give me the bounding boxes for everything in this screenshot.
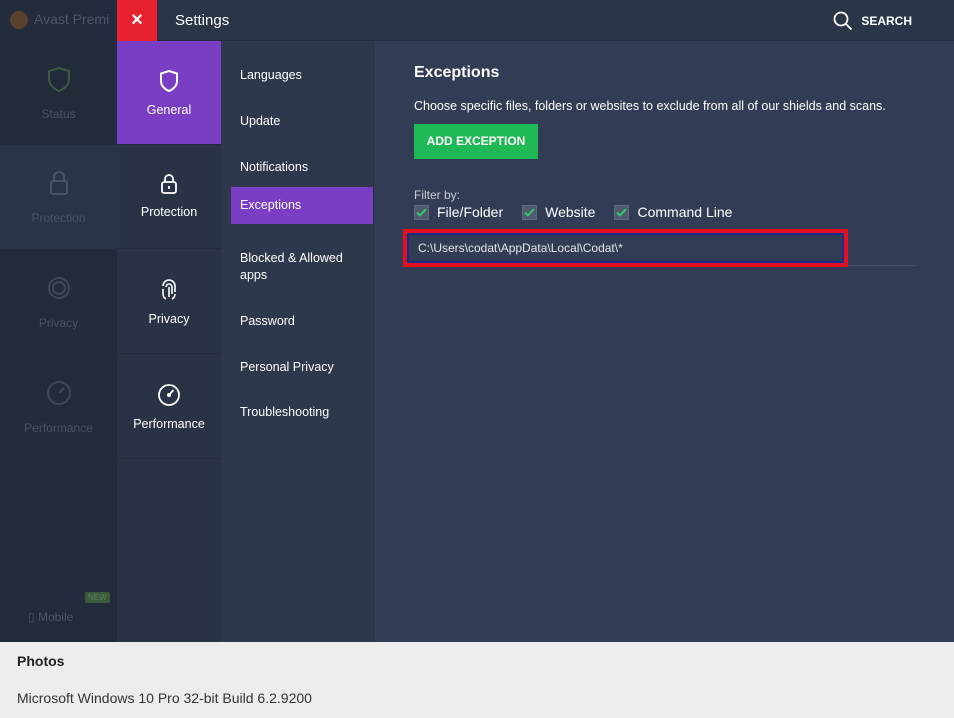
background-item-privacy: Privacy [0, 250, 117, 354]
gauge-icon [46, 381, 71, 405]
settings-submenu: Languages Update Notifications Exception… [221, 41, 374, 642]
settings-title: Settings [175, 12, 230, 29]
settings-titlebar: × Settings SEARCH [117, 0, 954, 41]
check-icon [416, 207, 427, 217]
background-item-performance: Performance [0, 355, 117, 459]
submenu-update[interactable]: Update [231, 105, 373, 138]
caption-footer: Photos Microsoft Windows 10 Pro 32-bit B… [0, 642, 954, 718]
search-icon [833, 11, 853, 31]
page-title: Exceptions [414, 64, 500, 81]
check-icon [616, 207, 628, 217]
filter-options: File/Folder Website Command Line [414, 204, 751, 220]
background-item-protection: Protection [0, 145, 117, 249]
phone-icon: ▯ [28, 610, 35, 624]
background-item-label: Performance [24, 421, 93, 435]
search-button[interactable]: SEARCH [833, 11, 912, 31]
filter-label-text: Website [545, 204, 596, 220]
gauge-icon [158, 384, 180, 406]
submenu-exceptions[interactable]: Exceptions [231, 187, 373, 224]
filter-file-folder[interactable]: File/Folder [414, 204, 503, 220]
shield-icon [160, 69, 178, 93]
submenu-personal-privacy[interactable]: Personal Privacy [231, 351, 373, 384]
category-label: Performance [133, 417, 205, 431]
checkbox[interactable] [414, 204, 429, 220]
avast-logo-icon [10, 11, 28, 30]
checkbox[interactable] [614, 204, 630, 220]
background-mobile-item: ▯ Mobile [28, 610, 74, 624]
submenu-languages[interactable]: Languages [231, 59, 373, 92]
shield-check-icon [47, 66, 70, 93]
exception-path: C:\Users\codat\AppData\Local\Codat\* [418, 241, 623, 255]
caption-title: Photos [17, 653, 65, 669]
checkbox[interactable] [522, 204, 538, 220]
exceptions-panel: Exceptions Choose specific files, folder… [374, 41, 954, 642]
background-item-label: Protection [31, 211, 86, 225]
background-app-title: Avast Premi [10, 11, 109, 30]
caption-subtitle: Microsoft Windows 10 Pro 32-bit Build 6.… [17, 690, 312, 706]
close-button[interactable]: × [117, 0, 157, 41]
submenu-password[interactable]: Password [231, 305, 373, 338]
category-general[interactable]: General [117, 41, 221, 145]
category-performance[interactable]: Performance [117, 355, 221, 459]
background-item-label: Privacy [38, 316, 79, 330]
filter-label-text: File/Folder [437, 204, 504, 220]
submenu-notifications[interactable]: Notifications [231, 151, 373, 184]
filter-label-text: Command Line [637, 204, 733, 220]
exception-entry[interactable]: C:\Users\codat\AppData\Local\Codat\* [404, 230, 916, 266]
search-label: SEARCH [861, 14, 912, 28]
fingerprint-icon [47, 277, 70, 299]
fingerprint-icon [162, 279, 176, 300]
category-protection[interactable]: Protection [117, 145, 221, 249]
background-sidebar: Avast Premi Status Protection Privacy Pe… [0, 0, 117, 642]
background-item-status: Status [0, 41, 117, 145]
settings-categories: General Protection Privacy Performance [117, 41, 221, 642]
lock-icon [49, 171, 68, 195]
filter-command-line[interactable]: Command Line [614, 204, 732, 220]
exceptions-description: Choose specific files, folders or websit… [414, 99, 886, 113]
filter-label: Filter by: [414, 188, 461, 202]
settings-window: × Settings SEARCH General Protection Pri… [117, 0, 954, 642]
background-item-label: Status [41, 107, 76, 121]
category-label: Protection [140, 205, 198, 219]
submenu-troubleshooting[interactable]: Troubleshooting [231, 396, 373, 429]
add-exception-button[interactable]: ADD EXCEPTION [414, 124, 538, 159]
check-icon [524, 207, 535, 217]
category-label: General [146, 103, 192, 117]
filter-website[interactable]: Website [522, 204, 595, 220]
new-badge: NEW [85, 592, 110, 603]
lock-icon [161, 174, 177, 194]
submenu-blocked-allowed-apps[interactable]: Blocked & Allowed apps [231, 242, 373, 292]
category-label: Privacy [148, 312, 190, 326]
category-privacy[interactable]: Privacy [117, 250, 221, 354]
